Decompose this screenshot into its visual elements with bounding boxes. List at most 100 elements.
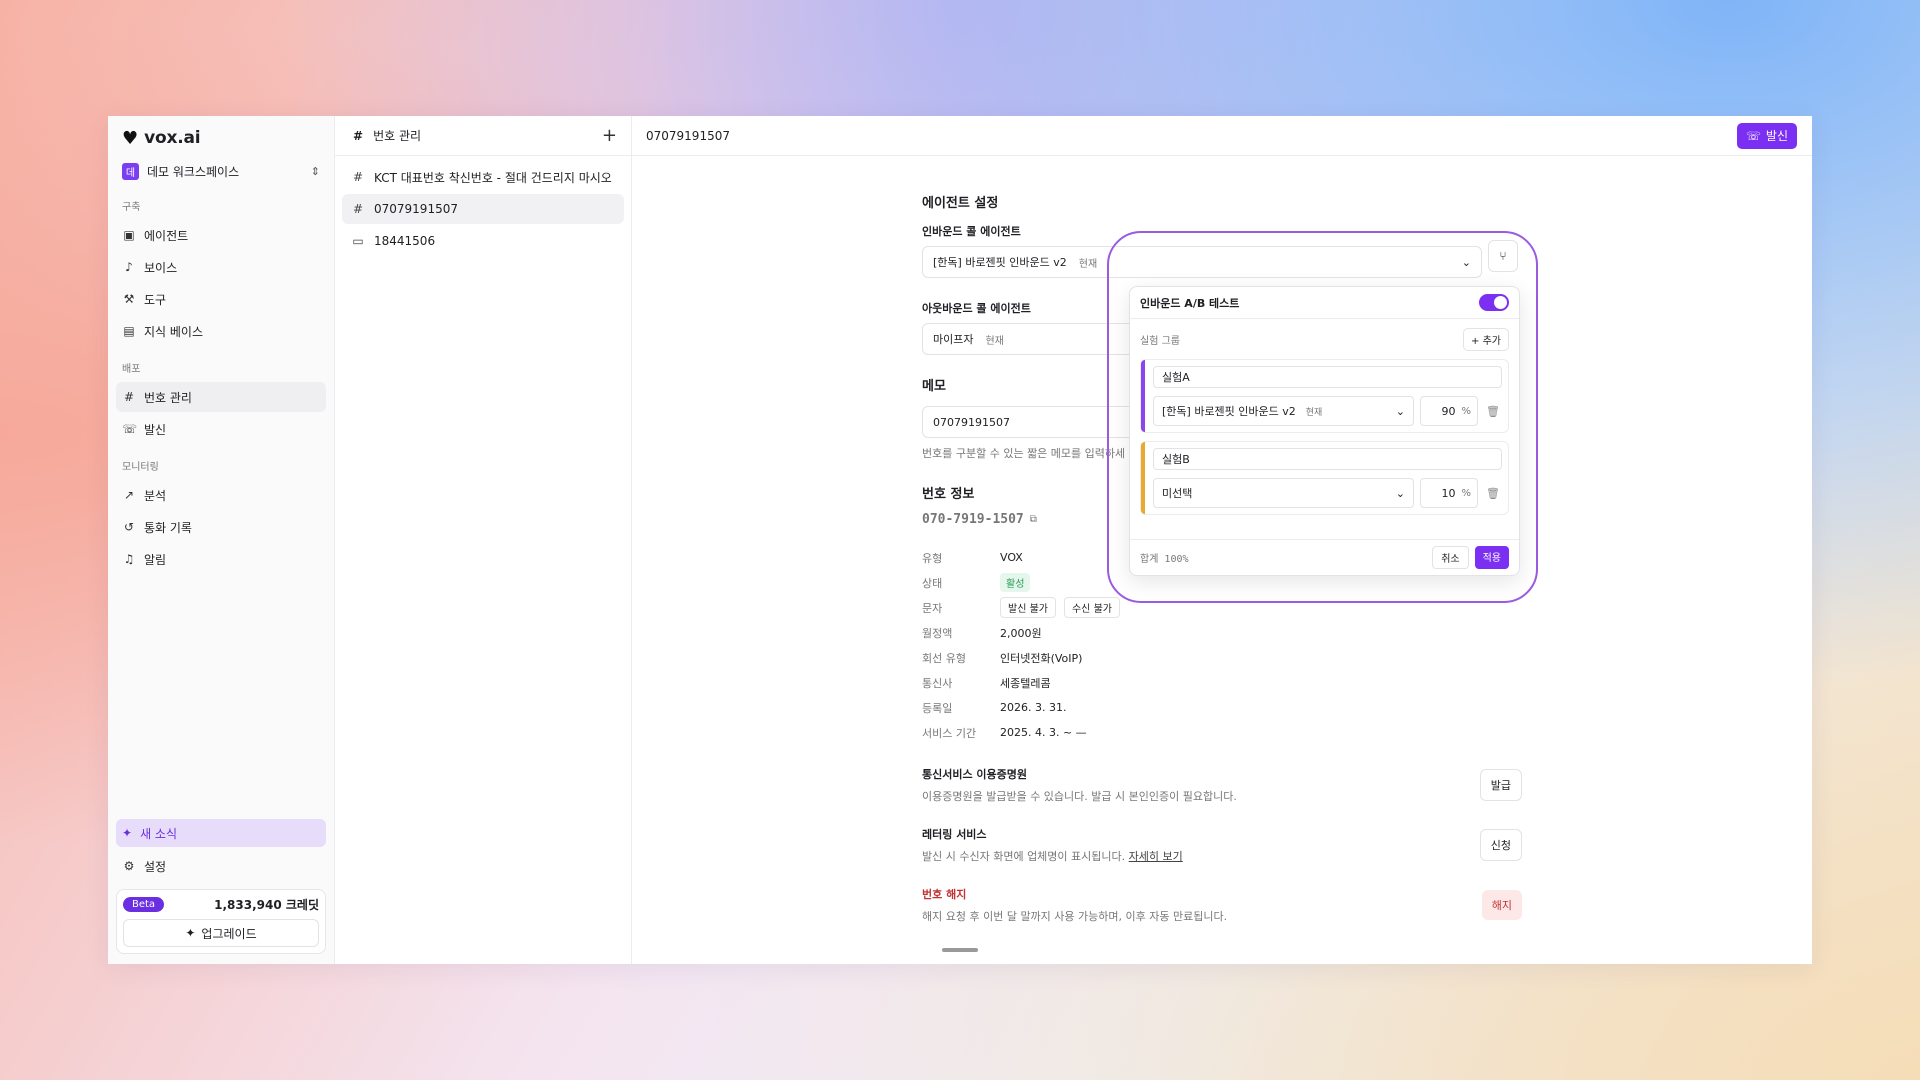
news-button[interactable]: ✦ 새 소식: [116, 819, 326, 847]
current-tag: 현재: [1078, 258, 1098, 270]
info-row-registered: 등록일 2026. 3. 31.: [922, 695, 1522, 720]
certificate-text: 통신서비스 이용증명원 이용증명원을 발급받을 수 있습니다. 발급 시 본인인…: [922, 766, 1237, 804]
cancel-number-title: 번호 해지: [922, 888, 967, 901]
group-agent-select[interactable]: [한독] 바로젠핏 인바운드 v2 현재 ⌄: [1153, 396, 1414, 426]
lettering-desc-text: 발신 시 수신자 화면에 업체명이 표시됩니다.: [922, 850, 1126, 863]
certificate-desc: 이용증명원을 발급받을 수 있습니다. 발급 시 본인인증이 필요합니다.: [922, 790, 1237, 803]
robot-icon: ▣: [123, 228, 135, 242]
experiment-group-header: 실험 그룹 + 추가: [1130, 319, 1519, 359]
footer-buttons: 취소 적용: [1432, 546, 1509, 569]
info-key: 회선 유형: [922, 651, 966, 665]
sidebar-item-outbound-call[interactable]: ☏ 발신: [116, 414, 326, 444]
info-key: 문자: [922, 601, 943, 615]
sidebar-item-label: 분석: [144, 488, 167, 503]
sidebar-item-voices[interactable]: ♪ 보이스: [116, 252, 326, 282]
lettering-row: 레터링 서비스 발신 시 수신자 화면에 업체명이 표시됩니다. 자세히 보기 …: [922, 815, 1522, 875]
group-name-value: 실험A: [1162, 371, 1190, 384]
sidebar-item-label: 도구: [144, 292, 167, 307]
group-percent-value: 90: [1441, 404, 1456, 418]
sms-receive-badge: 수신 불가: [1063, 597, 1120, 618]
current-tag: 현재: [1305, 407, 1323, 418]
upgrade-label: 업그레이드: [201, 926, 257, 941]
copy-icon[interactable]: ⧉: [1030, 514, 1037, 525]
lettering-details-link[interactable]: 자세히 보기: [1129, 850, 1183, 863]
percent-unit: %: [1461, 487, 1471, 499]
call-button[interactable]: ☏ 발신: [1736, 122, 1797, 149]
info-value: 인터넷전화(VoIP): [1000, 651, 1083, 665]
inbound-agent-value: [한독] 바로젠핏 인바운드 v2: [933, 256, 1067, 269]
ab-test-toggle[interactable]: [1479, 294, 1509, 311]
settings-button[interactable]: ⚙ 설정: [116, 851, 326, 881]
experiment-group-b: 실험B 미선택 ⌄ 10 % 🗑: [1140, 441, 1509, 515]
info-row-carrier: 통신사 세종텔레콤: [922, 670, 1522, 695]
trash-icon[interactable]: 🗑: [1484, 405, 1502, 418]
logo[interactable]: ♥ vox.ai: [116, 120, 326, 156]
voice-icon: ♪: [125, 260, 133, 274]
wrench-icon: ⚒: [123, 292, 135, 306]
group-percent-input[interactable]: 90 %: [1420, 396, 1478, 426]
group-agent-select[interactable]: 미선택 ⌄: [1153, 478, 1414, 508]
sms-send-badge: 발신 불가: [1000, 597, 1056, 618]
status-badge: 활성: [1000, 573, 1031, 592]
chevron-down-icon: ⌄: [1395, 486, 1405, 500]
logo-text: vox.ai: [144, 128, 201, 148]
cancel-number-desc: 해지 요청 후 이번 달 말까지 사용 가능하며, 이후 자동 만료됩니다.: [922, 910, 1228, 923]
list-panel-title: 번호 관리: [373, 129, 422, 143]
sidebar-item-agents[interactable]: ▣ 에이전트: [116, 220, 326, 250]
hash-icon: #: [123, 390, 135, 404]
group-name-value: 실험B: [1162, 453, 1190, 466]
hash-icon: #: [352, 170, 364, 184]
info-key: 상태: [922, 576, 943, 590]
group-row: [한독] 바로젠핏 인바운드 v2 현재 ⌄ 90 % 🗑: [1153, 396, 1502, 426]
sparkle-icon: ✦: [122, 826, 133, 840]
cancel-number-button[interactable]: 해지: [1481, 890, 1522, 920]
sidebar-item-tools[interactable]: ⚒ 도구: [116, 284, 326, 314]
section-label-build: 구축: [122, 202, 141, 213]
issue-certificate-button[interactable]: 발급: [1479, 769, 1522, 801]
add-group-button[interactable]: + 추가: [1463, 327, 1509, 351]
news-label: 새 소식: [140, 826, 177, 841]
apply-button[interactable]: 적용: [1474, 546, 1509, 569]
group-percent-input[interactable]: 10 %: [1420, 478, 1478, 508]
sidebar-item-call-history[interactable]: ↺ 통화 기록: [116, 512, 326, 542]
sidebar-item-knowledge-base[interactable]: ▤ 지식 베이스: [116, 316, 326, 346]
cancel-number-row: 번호 해지 해지 요청 후 이번 달 말까지 사용 가능하며, 이후 자동 만료…: [922, 875, 1522, 935]
trash-icon[interactable]: 🗑: [1484, 487, 1502, 500]
cancel-button[interactable]: 취소: [1432, 546, 1469, 569]
main-header: 07079191507 ☏ 발신: [632, 116, 1812, 156]
workspace-switcher[interactable]: 데 데모 워크스페이스 ⇕: [116, 156, 326, 186]
list-item-label: 18441506: [374, 234, 436, 248]
upgrade-button[interactable]: ✦ 업그레이드: [123, 919, 319, 947]
sidebar-item-alerts[interactable]: ♫ 알림: [116, 544, 326, 574]
lettering-desc: 발신 시 수신자 화면에 업체명이 표시됩니다. 자세히 보기: [922, 848, 1183, 864]
list-panel-header: # 번호 관리 +: [335, 116, 631, 156]
group-name-input[interactable]: 실험B: [1153, 448, 1502, 470]
apply-lettering-button[interactable]: 신청: [1479, 829, 1522, 861]
info-row-service-period: 서비스 기간 2025. 4. 3. ~ —: [922, 720, 1522, 745]
cancel-number-text: 번호 해지 해지 요청 후 이번 달 말까지 사용 가능하며, 이후 자동 만료…: [922, 886, 1227, 924]
list-item[interactable]: ▭ 18441506: [342, 226, 624, 256]
sidebar-item-label: 발신: [144, 422, 167, 437]
add-number-button[interactable]: +: [602, 125, 617, 146]
section-label-monitoring: 모니터링: [122, 462, 159, 473]
ab-test-popover: 인바운드 A/B 테스트 실험 그룹 + 추가 실험A [한독] 바로젠핏 인바…: [1129, 286, 1520, 576]
list-item[interactable]: # KCT 대표번호 착신번호 - 절대 건드리지 마시오: [342, 162, 624, 192]
phone-number: 070-7919-1507: [922, 512, 1024, 527]
sidebar-item-label: 보이스: [144, 260, 178, 275]
horizontal-scrollbar[interactable]: [942, 948, 978, 952]
list-item[interactable]: # 07079191507: [342, 194, 624, 224]
page-title: 07079191507: [646, 128, 730, 143]
history-icon: ↺: [123, 520, 135, 534]
credit-amount: 1,833,940 크레딧: [214, 898, 319, 912]
sidebar-item-number-management[interactable]: # 번호 관리: [116, 382, 326, 412]
vox-logo-icon: ♥: [122, 127, 139, 149]
bell-icon: ♫: [123, 552, 135, 566]
sidebar-item-label: 지식 베이스: [144, 324, 204, 339]
sidebar-item-label: 알림: [144, 552, 167, 567]
section-label-deploy: 배포: [122, 364, 141, 375]
sidebar-item-analytics[interactable]: ↗ 분석: [116, 480, 326, 510]
settings-label: 설정: [144, 859, 167, 874]
group-name-input[interactable]: 실험A: [1153, 366, 1502, 388]
current-tag: 현재: [985, 335, 1004, 347]
ab-test-footer: 합계 100% 취소 적용: [1130, 539, 1519, 575]
